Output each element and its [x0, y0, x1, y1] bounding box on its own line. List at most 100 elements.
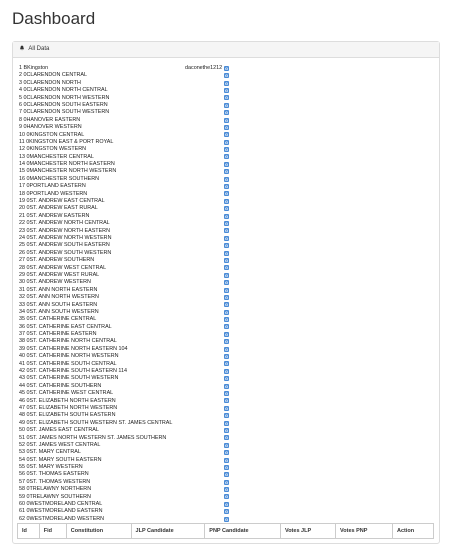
- row-number: 35: [19, 316, 25, 323]
- g-icon[interactable]: G: [224, 516, 229, 522]
- g-icon[interactable]: G: [224, 206, 229, 212]
- g-icon[interactable]: G: [224, 139, 229, 145]
- g-icon[interactable]: G: [224, 102, 229, 108]
- g-icon[interactable]: G: [224, 501, 229, 507]
- constituency-name: 0ST. ANDREW WEST CENTRAL: [26, 264, 107, 271]
- g-icon[interactable]: G: [224, 154, 229, 160]
- g-icon[interactable]: G: [224, 265, 229, 271]
- row-number: 23: [19, 227, 25, 234]
- column-header[interactable]: Votes PNP: [335, 523, 394, 539]
- row-number: 34: [19, 308, 25, 315]
- row-number: 61: [19, 508, 25, 515]
- column-header[interactable]: JLP Candidate: [130, 523, 206, 539]
- g-icon[interactable]: G: [224, 309, 229, 315]
- g-icon[interactable]: G: [224, 198, 229, 204]
- g-icon[interactable]: G: [224, 87, 229, 93]
- g-icon[interactable]: G: [224, 464, 229, 470]
- g-icon[interactable]: G: [224, 221, 229, 226]
- g-icon[interactable]: G: [224, 509, 229, 515]
- constituency-name: 0ST. ANN SOUTH EASTERN: [26, 301, 98, 308]
- g-icon[interactable]: G: [224, 294, 229, 300]
- g-icon[interactable]: G: [224, 132, 229, 138]
- g-icon[interactable]: G: [224, 376, 229, 382]
- g-icon[interactable]: G: [224, 73, 229, 79]
- g-icon[interactable]: G: [224, 213, 229, 219]
- g-icon[interactable]: G: [224, 176, 229, 182]
- row-number: 38: [19, 338, 25, 345]
- g-icon[interactable]: G: [224, 117, 229, 123]
- g-icon[interactable]: G: [224, 257, 229, 263]
- g-icon[interactable]: G: [224, 272, 229, 278]
- g-icon[interactable]: G: [224, 457, 229, 463]
- g-icon[interactable]: G: [224, 390, 229, 396]
- g-icon[interactable]: G: [224, 250, 229, 256]
- g-icon[interactable]: G: [224, 494, 229, 500]
- list-item: 17 0PORTLAND EASTERN G: [19, 183, 434, 190]
- g-icon[interactable]: G: [224, 383, 229, 389]
- g-icon[interactable]: G: [224, 161, 229, 167]
- constituency-name: 0ST. MARY SOUTH EASTERN: [26, 456, 102, 463]
- list-item: 24 0ST. ANDREW NORTH WESTERN G: [19, 235, 434, 242]
- g-icon[interactable]: G: [224, 487, 229, 493]
- g-icon[interactable]: G: [224, 339, 229, 345]
- g-icon[interactable]: G: [224, 398, 229, 404]
- g-icon[interactable]: G: [224, 368, 229, 374]
- list-item-text: 56 0ST. THOMAS EASTERN: [19, 471, 89, 478]
- g-icon[interactable]: G: [224, 95, 229, 101]
- list-item: 55 0ST. MARY WESTERN G: [19, 464, 434, 471]
- g-icon[interactable]: G: [224, 184, 229, 190]
- g-icon[interactable]: G: [224, 147, 229, 153]
- g-icon[interactable]: G: [224, 331, 229, 337]
- column-header[interactable]: Votes JLP: [279, 523, 337, 539]
- g-icon[interactable]: G: [224, 287, 229, 293]
- list-item-text: 59 0TRELAWNY SOUTHERN: [19, 494, 91, 501]
- g-icon[interactable]: G: [224, 228, 229, 234]
- list-item-text: 7 0CLARENDON SOUTH WESTERN: [19, 109, 109, 116]
- g-icon[interactable]: G: [224, 317, 229, 323]
- g-icon[interactable]: G: [224, 450, 229, 456]
- g-icon[interactable]: G: [224, 235, 229, 241]
- list-item-text: 44 0ST. CATHERINE SOUTHERN: [19, 383, 101, 390]
- list-item-text: 45 0ST. CATHERINE WEST CENTRAL: [19, 390, 113, 397]
- g-icon[interactable]: G: [224, 472, 229, 478]
- g-icon[interactable]: G: [224, 243, 229, 249]
- constituency-name: 0MANCHESTER SOUTHERN: [26, 175, 99, 182]
- list-item: 45 0ST. CATHERINE WEST CENTRAL G: [19, 390, 434, 397]
- g-icon[interactable]: G: [224, 191, 229, 197]
- column-header[interactable]: Fid: [38, 523, 67, 539]
- g-icon[interactable]: G: [224, 346, 229, 352]
- constituency-name: 0ST. THOMAS WESTERN: [26, 478, 91, 485]
- column-header[interactable]: Action: [392, 523, 434, 539]
- g-icon[interactable]: G: [224, 435, 229, 441]
- g-icon[interactable]: G: [224, 110, 229, 116]
- g-icon[interactable]: G: [224, 324, 229, 330]
- row-number: 13: [19, 153, 25, 160]
- constituency-name: 0ST. CATHERINE NORTH WESTERN: [26, 353, 119, 360]
- list-item: 59 0TRELAWNY SOUTHERN G: [19, 494, 434, 501]
- g-icon[interactable]: G: [224, 405, 229, 411]
- constituency-name: 0ST. ANDREW NORTH WESTERN: [26, 234, 112, 241]
- column-header[interactable]: PNP Candidate: [204, 523, 281, 539]
- g-icon[interactable]: G: [224, 442, 229, 448]
- g-icon[interactable]: G: [224, 361, 229, 367]
- row-number: 18: [19, 190, 25, 197]
- row-number: 59: [19, 493, 25, 500]
- g-icon[interactable]: G: [224, 124, 229, 130]
- list-item: 57 0ST. THOMAS WESTERN G: [19, 479, 434, 486]
- list-item: 13 0MANCHESTER CENTRAL G: [19, 154, 434, 161]
- row-number: 1: [19, 65, 22, 71]
- list-item-text: 23 0ST. ANDREW NORTH EASTERN: [19, 228, 110, 235]
- column-header[interactable]: Constitution: [65, 523, 132, 539]
- g-icon[interactable]: G: [224, 302, 229, 308]
- g-icon[interactable]: G: [224, 280, 229, 286]
- column-header[interactable]: Id: [17, 523, 40, 539]
- g-icon[interactable]: G: [224, 354, 229, 360]
- g-icon[interactable]: G: [224, 65, 229, 71]
- g-icon[interactable]: G: [224, 413, 229, 419]
- g-icon[interactable]: G: [224, 427, 229, 433]
- g-icon[interactable]: G: [224, 420, 229, 426]
- g-icon[interactable]: G: [224, 80, 229, 86]
- g-icon[interactable]: G: [224, 169, 229, 175]
- g-icon[interactable]: G: [224, 479, 229, 485]
- row-number: 25: [19, 242, 25, 249]
